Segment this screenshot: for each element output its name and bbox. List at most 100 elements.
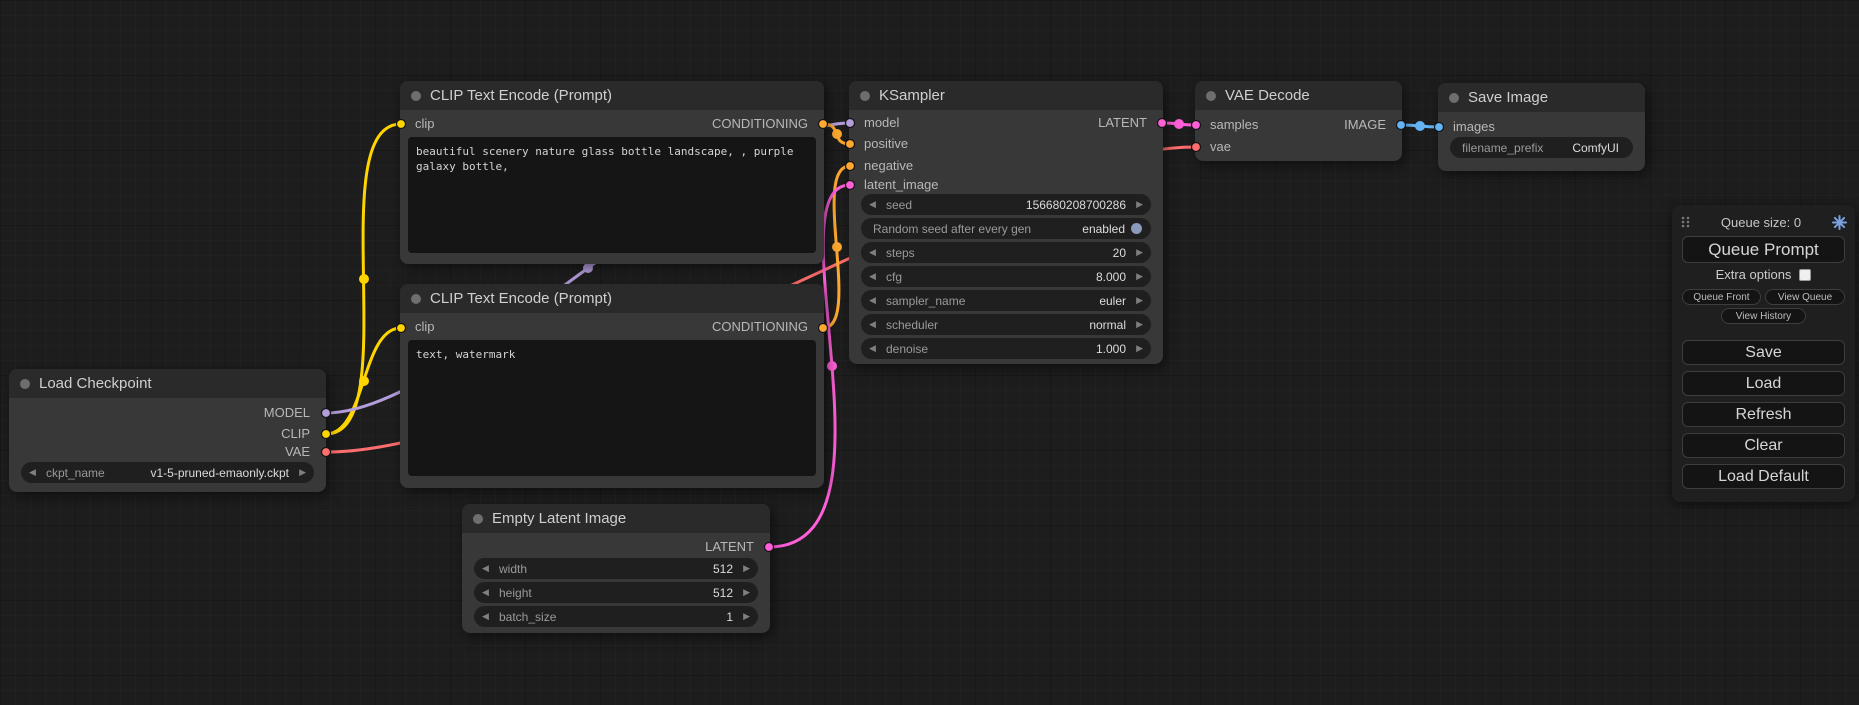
output-slot-clip: CLIP <box>281 425 310 443</box>
increment-arrow-icon[interactable] <box>1132 266 1143 287</box>
load-button[interactable]: Load <box>1682 371 1845 396</box>
node-clip-text-encode-negative[interactable]: CLIP Text Encode (Prompt) clip CONDITION… <box>400 284 824 488</box>
decrement-arrow-icon[interactable] <box>869 242 880 263</box>
node-graph-canvas[interactable]: Load Checkpoint MODEL CLIP VAE ckpt_name… <box>0 0 1859 705</box>
increment-arrow-icon[interactable] <box>1132 314 1143 335</box>
increment-arrow-icon[interactable] <box>1132 242 1143 263</box>
node-title: VAE Decode <box>1225 87 1310 104</box>
load-default-button[interactable]: Load Default <box>1682 464 1845 489</box>
widget-label: cfg <box>886 270 902 284</box>
node-clip-text-encode-positive[interactable]: CLIP Text Encode (Prompt) clip CONDITION… <box>400 81 824 264</box>
extra-options-label: Extra options <box>1716 267 1792 282</box>
widget-value: normal <box>1089 318 1126 332</box>
decrement-arrow-icon[interactable] <box>482 606 493 627</box>
increment-arrow-icon[interactable] <box>739 558 750 579</box>
node-title-bar[interactable]: Load Checkpoint <box>9 369 326 398</box>
increment-arrow-icon[interactable] <box>739 582 750 603</box>
increment-arrow-icon[interactable] <box>1132 194 1143 215</box>
denoise-widget[interactable]: denoise 1.000 <box>861 338 1151 359</box>
height-widget[interactable]: height 512 <box>474 582 758 603</box>
drag-handle-icon[interactable] <box>1680 215 1690 229</box>
collapse-dot-icon[interactable] <box>411 91 421 101</box>
widget-value: 512 <box>713 562 733 576</box>
widget-label: filename_prefix <box>1462 141 1543 155</box>
node-title: CLIP Text Encode (Prompt) <box>430 290 612 307</box>
seed-widget[interactable]: seed 156680208700286 <box>861 194 1151 215</box>
extra-options-checkbox[interactable] <box>1799 269 1811 281</box>
node-title: Save Image <box>1468 89 1548 106</box>
increment-arrow-icon[interactable] <box>739 606 750 627</box>
link-clip-to-negative-prompt <box>326 328 401 434</box>
widget-label: ckpt_name <box>46 466 105 480</box>
increment-arrow-icon[interactable] <box>1132 338 1143 359</box>
node-title-bar[interactable]: CLIP Text Encode (Prompt) <box>400 81 824 110</box>
filename-prefix-widget[interactable]: filename_prefix ComfyUI <box>1450 137 1633 158</box>
input-slot-positive: positive <box>864 135 908 153</box>
node-vae-decode[interactable]: VAE Decode samples vae IMAGE <box>1195 81 1402 161</box>
positive-prompt-textarea[interactable]: beautiful scenery nature glass bottle la… <box>408 137 816 253</box>
comfy-menu-panel[interactable]: Queue size: 0 Queue Prompt Extra options… <box>1672 205 1855 502</box>
decrement-arrow-icon[interactable] <box>869 314 880 335</box>
cfg-widget[interactable]: cfg 8.000 <box>861 266 1151 287</box>
collapse-dot-icon[interactable] <box>20 379 30 389</box>
node-title-bar[interactable]: Empty Latent Image <box>462 504 770 533</box>
increment-arrow-icon[interactable] <box>1132 290 1143 311</box>
decrement-arrow-icon[interactable] <box>29 462 40 483</box>
collapse-dot-icon[interactable] <box>860 91 870 101</box>
negative-prompt-textarea[interactable]: text, watermark <box>408 340 816 476</box>
link-midpoint-dot <box>827 361 837 371</box>
toggle-knob-icon[interactable] <box>1131 223 1142 234</box>
link-midpoint-dot <box>359 376 369 386</box>
widget-value: 512 <box>713 586 733 600</box>
save-button[interactable]: Save <box>1682 340 1845 365</box>
ckpt-name-widget[interactable]: ckpt_name v1-5-pruned-emaonly.ckpt <box>21 462 314 483</box>
steps-widget[interactable]: steps 20 <box>861 242 1151 263</box>
input-slot-images: images <box>1453 118 1495 136</box>
decrement-arrow-icon[interactable] <box>869 266 880 287</box>
decrement-arrow-icon[interactable] <box>869 290 880 311</box>
collapse-dot-icon[interactable] <box>1206 91 1216 101</box>
node-title-bar[interactable]: CLIP Text Encode (Prompt) <box>400 284 824 313</box>
collapse-dot-icon[interactable] <box>1449 93 1459 103</box>
settings-gear-icon[interactable] <box>1832 215 1847 230</box>
output-slot-vae: VAE <box>285 443 310 461</box>
view-history-button[interactable]: View History <box>1721 308 1806 324</box>
output-slot-latent: LATENT <box>1098 114 1147 132</box>
node-save-image[interactable]: Save Image images filename_prefix ComfyU… <box>1438 83 1645 171</box>
widget-label: sampler_name <box>886 294 965 308</box>
link-midpoint-dot <box>832 242 842 252</box>
scheduler-widget[interactable]: scheduler normal <box>861 314 1151 335</box>
clear-button[interactable]: Clear <box>1682 433 1845 458</box>
queue-prompt-button[interactable]: Queue Prompt <box>1682 236 1845 263</box>
width-widget[interactable]: width 512 <box>474 558 758 579</box>
random-seed-toggle[interactable]: Random seed after every gen enabled <box>861 218 1151 239</box>
widget-value: 1.000 <box>1096 342 1126 356</box>
link-midpoint-dot <box>1174 119 1184 129</box>
node-load-checkpoint[interactable]: Load Checkpoint MODEL CLIP VAE ckpt_name… <box>9 369 326 492</box>
decrement-arrow-icon[interactable] <box>482 558 493 579</box>
decrement-arrow-icon[interactable] <box>869 338 880 359</box>
queue-size-label: Queue size: 0 <box>1690 215 1832 230</box>
queue-front-button[interactable]: Queue Front <box>1682 289 1761 305</box>
node-title-bar[interactable]: VAE Decode <box>1195 81 1402 110</box>
link-midpoint-dot <box>832 129 842 139</box>
node-empty-latent-image[interactable]: Empty Latent Image LATENT width 512 heig… <box>462 504 770 633</box>
node-title: Empty Latent Image <box>492 510 626 527</box>
node-title-bar[interactable]: KSampler <box>849 81 1163 110</box>
widget-label: Random seed after every gen <box>873 222 1031 236</box>
node-title-bar[interactable]: Save Image <box>1438 83 1645 112</box>
sampler-name-widget[interactable]: sampler_name euler <box>861 290 1151 311</box>
extra-options-row: Extra options <box>1672 267 1855 282</box>
decrement-arrow-icon[interactable] <box>482 582 493 603</box>
batch-size-widget[interactable]: batch_size 1 <box>474 606 758 627</box>
decrement-arrow-icon[interactable] <box>869 194 880 215</box>
increment-arrow-icon[interactable] <box>295 462 306 483</box>
collapse-dot-icon[interactable] <box>473 514 483 524</box>
view-queue-button[interactable]: View Queue <box>1765 289 1845 305</box>
input-slot-negative: negative <box>864 157 913 175</box>
refresh-button[interactable]: Refresh <box>1682 402 1845 427</box>
widget-label: height <box>499 586 532 600</box>
collapse-dot-icon[interactable] <box>411 294 421 304</box>
widget-value: 1 <box>726 610 733 624</box>
node-ksampler[interactable]: KSampler model positive negative latent_… <box>849 81 1163 364</box>
